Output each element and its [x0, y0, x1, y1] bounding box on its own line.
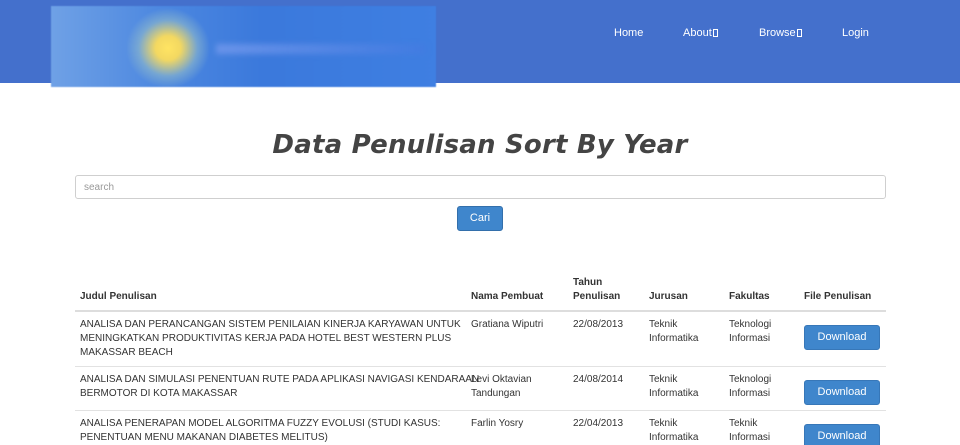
cell-line: Teknik [729, 418, 758, 429]
table-row-3-nama: Farlin Yosry [471, 417, 523, 431]
table-row-1-judul: ANALISA DAN PERANCANGAN SISTEM PENILAIAN… [80, 318, 461, 360]
table-row-2-fakultas: Teknologi Informasi [729, 373, 771, 401]
cell-line: ANALISA PENERAPAN MODEL ALGORITMA FUZZY … [80, 418, 441, 429]
cell-line: Informatika [649, 333, 699, 344]
table-row-1-jurusan: Teknik Informatika [649, 318, 698, 346]
cell-line: Teknik [649, 319, 678, 330]
cell-line: ANALISA DAN SIMULASI PENENTUAN RUTE PADA… [80, 374, 480, 385]
search-button[interactable]: Cari [457, 206, 503, 231]
cell-line: Informatika [649, 388, 699, 399]
cell-line: BERMOTOR DI KOTA MAKASSAR [80, 388, 238, 399]
cell-line: ANALISA DAN PERANCANGAN SISTEM PENILAIAN… [80, 319, 461, 330]
table-row-1-fakultas: Teknologi Informasi [729, 318, 771, 346]
column-header-tahun-line2[interactable]: Penulisan [573, 290, 620, 304]
download-button[interactable]: Download [804, 380, 880, 405]
table-row-3-jurusan: Teknik Informatika [649, 417, 698, 445]
table-row-3-fakultas: Teknik Informasi [729, 417, 770, 445]
nav-about[interactable]: About [683, 25, 718, 41]
column-header-judul[interactable]: Judul Penulisan [80, 290, 157, 304]
search-input[interactable] [75, 175, 886, 199]
column-header-fakultas[interactable]: Fakultas [729, 290, 770, 304]
column-header-file[interactable]: File Penulisan [804, 290, 871, 304]
cell-line: Informasi [729, 333, 771, 344]
nav-about-label: About [683, 27, 712, 39]
cell-line: Teknologi [729, 374, 772, 385]
nav-browse[interactable]: Browse [759, 25, 802, 41]
dropdown-caret-icon [796, 29, 802, 37]
cell-line: Gratiana Wiputri [471, 319, 544, 330]
cell-line: Levi Oktavian [471, 374, 532, 385]
download-button[interactable]: Download [804, 424, 880, 445]
table-row-2-judul: ANALISA DAN SIMULASI PENENTUAN RUTE PADA… [80, 373, 479, 401]
cell-line: MENINGKATKAN PRODUKTIVITAS KERJA PADA HO… [80, 333, 452, 344]
logo-streak [216, 44, 426, 54]
cell-line: Farlin Yosry [471, 418, 524, 429]
cell-line: Tandungan [471, 388, 521, 399]
nav-home[interactable]: Home [614, 25, 643, 41]
table-row-3-tahun: 22/04/2013 [573, 418, 624, 429]
table-row-divider [75, 410, 886, 411]
dropdown-caret-icon [712, 29, 718, 37]
cell-line: Informasi [729, 388, 771, 399]
nav-login[interactable]: Login [842, 25, 869, 41]
table-row-2-jurusan: Teknik Informatika [649, 373, 698, 401]
nav-browse-label: Browse [759, 27, 796, 39]
navbar: Home About Browse Login [0, 0, 960, 87]
page-title: Data Penulisan Sort By Year [272, 130, 688, 160]
cell-line: MAKASSAR BEACH [80, 347, 173, 358]
column-header-jurusan[interactable]: Jurusan [649, 290, 688, 304]
cell-line: Teknologi [729, 319, 772, 330]
cell-line: Teknik [649, 418, 678, 429]
download-button[interactable]: Download [804, 325, 880, 350]
table-row-1-nama: Gratiana Wiputri [471, 318, 543, 332]
cell-line: Informasi [729, 432, 771, 443]
site-logo[interactable] [51, 6, 436, 87]
cell-line: Teknik [649, 374, 678, 385]
cell-line: Informatika [649, 432, 699, 443]
table-row-divider [75, 366, 886, 367]
cell-line: PENENTUAN MENU MAKANAN DIABETES MELITUS) [80, 432, 328, 443]
table-header-divider [75, 310, 886, 312]
column-header-tahun-line1[interactable]: Tahun [573, 276, 602, 290]
column-header-nama[interactable]: Nama Pembuat [471, 290, 543, 304]
table-row-1-tahun: 22/08/2013 [573, 319, 624, 330]
table-row-2-nama: Levi Oktavian Tandungan [471, 373, 532, 401]
table-row-3-judul: ANALISA PENERAPAN MODEL ALGORITMA FUZZY … [80, 417, 440, 445]
table-row-2-tahun: 24/08/2014 [573, 374, 624, 385]
